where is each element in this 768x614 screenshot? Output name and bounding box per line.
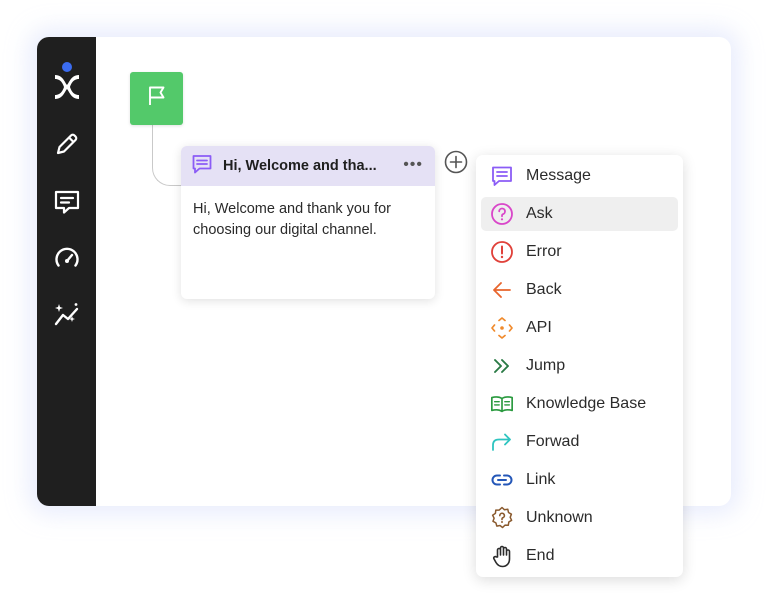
menu-item-unknown[interactable]: Unknown [481, 501, 678, 535]
menu-item-ask[interactable]: Ask [481, 197, 678, 231]
menu-item-label: End [526, 547, 555, 564]
flow-connector [152, 122, 182, 186]
flag-icon [145, 84, 169, 113]
add-step-button[interactable] [444, 150, 468, 174]
menu-item-message[interactable]: Message [481, 159, 678, 193]
forward-arrow-icon [490, 430, 514, 454]
double-chevron-icon [490, 354, 514, 378]
book-icon [490, 392, 514, 416]
sidebar-item-edit[interactable] [49, 128, 85, 164]
arrow-left-icon [490, 278, 514, 302]
unknown-icon [490, 506, 514, 530]
message-node[interactable]: Hi, Welcome and tha... ••• Hi, Welcome a… [181, 146, 435, 299]
sidebar-item-conversations[interactable] [49, 186, 85, 222]
sidebar [37, 37, 96, 506]
step-type-menu: Message Ask Error Back API Jump Knowledg… [476, 155, 683, 577]
menu-item-api[interactable]: API [481, 311, 678, 345]
analytics-sparkle-icon [52, 300, 82, 335]
menu-item-label: Ask [526, 205, 553, 222]
start-node[interactable] [130, 72, 183, 125]
menu-item-label: API [526, 319, 552, 336]
menu-item-label: Knowledge Base [526, 395, 647, 412]
api-icon [490, 316, 514, 340]
menu-item-label: Jump [526, 357, 566, 374]
menu-item-link[interactable]: Link [481, 463, 678, 497]
message-icon [191, 153, 213, 180]
pencil-icon [52, 129, 82, 164]
chat-message-icon [52, 187, 82, 222]
menu-item-error[interactable]: Error [481, 235, 678, 269]
menu-item-label: Unknown [526, 509, 593, 526]
hand-icon [490, 544, 514, 568]
app-logo-icon[interactable] [51, 61, 83, 103]
menu-item-jump[interactable]: Jump [481, 349, 678, 383]
menu-item-label: Error [526, 243, 562, 260]
speedometer-icon [52, 243, 82, 278]
menu-item-label: Link [526, 471, 556, 488]
menu-item-knowledge-base[interactable]: Knowledge Base [481, 387, 678, 421]
message-node-body: Hi, Welcome and thank you for choosing o… [193, 201, 391, 238]
message-node-header[interactable]: Hi, Welcome and tha... ••• [181, 146, 435, 186]
menu-item-label: Back [526, 281, 562, 298]
menu-item-label: Forwad [526, 433, 580, 450]
sidebar-item-analytics[interactable] [49, 299, 85, 335]
menu-item-forwad[interactable]: Forwad [481, 425, 678, 459]
link-icon [490, 468, 514, 492]
error-icon [490, 240, 514, 264]
menu-item-back[interactable]: Back [481, 273, 678, 307]
question-icon [490, 202, 514, 226]
sidebar-item-dashboard[interactable] [49, 242, 85, 278]
message-icon [490, 164, 514, 188]
menu-item-label: Message [526, 167, 591, 184]
plus-circle-icon [444, 150, 468, 178]
menu-item-end[interactable]: End [481, 539, 678, 573]
message-node-title: Hi, Welcome and tha... [223, 158, 377, 174]
more-options-button[interactable]: ••• [403, 157, 423, 173]
